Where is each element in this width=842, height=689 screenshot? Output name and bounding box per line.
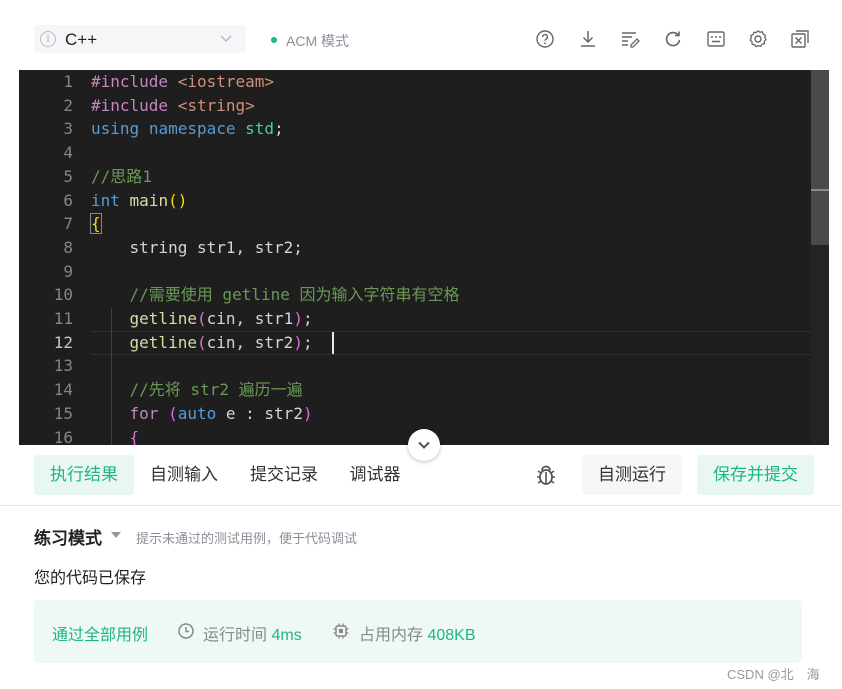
code-text[interactable]: //需要使用 getline 因为输入字符串有空格 (91, 283, 460, 307)
line-number: 1 (63, 72, 73, 91)
code-line[interactable]: 11 getline(cin, str1); (19, 307, 814, 331)
code-text[interactable]: { (90, 212, 102, 236)
download-icon[interactable] (577, 28, 599, 50)
code-line[interactable]: 1 #include <iostream> (19, 70, 814, 94)
code-saved-message: 您的代码已保存 (34, 570, 147, 587)
language-select[interactable]: i C++ (34, 25, 246, 53)
line-number: 15 (53, 403, 73, 423)
line-number: 9 (63, 261, 73, 281)
caret-down-icon[interactable] (111, 532, 121, 538)
code-text[interactable]: string str1, str2; (91, 236, 303, 260)
line-number: 2 (63, 95, 73, 115)
clock-icon (178, 623, 194, 639)
bug-icon[interactable] (533, 462, 559, 488)
info-icon: i (40, 31, 56, 47)
code-line[interactable]: 4 (19, 141, 814, 165)
code-text[interactable]: for (auto e : str2) (91, 402, 313, 426)
memory-value: 408KB (427, 627, 476, 644)
code-line[interactable]: 13 (19, 354, 814, 378)
scrollbar-position-marker (811, 189, 829, 191)
code-line[interactable]: 5 //思路1 (19, 165, 814, 189)
line-number: 5 (63, 166, 73, 186)
tab-custom-input[interactable]: 自测输入 (141, 455, 227, 495)
code-line[interactable]: 3 using namespace std; (19, 117, 814, 141)
fullscreen-exit-icon[interactable] (789, 28, 811, 50)
mode-label[interactable]: ACM 模式 (286, 31, 349, 51)
line-number: 8 (63, 237, 73, 257)
code-text[interactable]: getline(cin, str1); (91, 307, 313, 331)
memory-stat: 占用内存 408KB (359, 621, 476, 645)
line-number: 6 (63, 190, 73, 210)
code-text[interactable]: #include <string> (91, 94, 255, 118)
collapse-panel-button[interactable] (408, 429, 440, 461)
code-line[interactable]: 2 #include <string> (19, 94, 814, 118)
line-number: 11 (53, 309, 73, 328)
code-line[interactable]: 15 for (auto e : str2) (19, 402, 814, 426)
run-test-button[interactable]: 自测运行 (582, 455, 682, 495)
editor-toolbar: i C++ ACM 模式 (0, 0, 842, 70)
refresh-icon[interactable] (662, 28, 684, 50)
code-line[interactable]: 14 //先将 str2 遍历一遍 (19, 378, 814, 402)
code-text[interactable]: { (91, 426, 140, 446)
practice-mode-hint: 提示未通过的测试用例，便于代码调试 (136, 531, 358, 546)
line-number: 3 (63, 119, 73, 139)
code-line[interactable]: 8 string str1, str2; (19, 236, 814, 260)
pass-status: 通过全部用例 (52, 627, 149, 644)
mode-status-dot (271, 37, 277, 43)
code-text[interactable]: #include <iostream> (91, 70, 274, 94)
line-number: 14 (53, 380, 73, 400)
chevron-down-icon (418, 441, 430, 449)
line-number: 13 (53, 356, 73, 376)
line-number: 12 (53, 332, 73, 352)
code-line[interactable]: 7{ (19, 212, 814, 236)
line-number: 4 (63, 143, 73, 163)
result-summary: 通过全部用例 运行时间 4ms 占用内存 408KB (34, 600, 802, 663)
format-code-icon[interactable] (619, 28, 641, 50)
tab-execution-result[interactable]: 执行结果 (34, 455, 134, 495)
tab-submission-history[interactable]: 提交记录 (241, 455, 327, 495)
watermark: CSDN @北 海 (727, 667, 820, 682)
code-text[interactable]: using namespace std; (91, 117, 284, 141)
memory-label: 占用内存 (359, 627, 424, 644)
tab-debugger[interactable]: 调试器 (341, 455, 409, 495)
line-number: 16 (53, 427, 73, 446)
editor-scrollbar[interactable] (811, 70, 829, 445)
runtime-label: 运行时间 (203, 627, 268, 644)
line-number: 7 (63, 214, 73, 234)
line-number: 10 (53, 285, 73, 305)
save-and-submit-button[interactable]: 保存并提交 (697, 455, 814, 495)
code-text[interactable]: //思路1 (91, 165, 152, 189)
code-text[interactable]: getline(cin, str2); (91, 331, 313, 355)
help-circle-icon[interactable] (534, 28, 556, 50)
code-text[interactable]: int main() (91, 189, 187, 213)
runtime-stat: 运行时间 4ms (203, 621, 302, 645)
language-label: C++ (65, 30, 98, 49)
code-text[interactable]: //先将 str2 遍历一遍 (91, 378, 303, 402)
code-line[interactable]: 9 (19, 260, 814, 284)
practice-mode-title[interactable]: 练习模式 (34, 524, 102, 549)
code-line[interactable]: 12 getline(cin, str2); (19, 331, 814, 355)
memory-chip-icon (333, 623, 349, 639)
text-cursor (332, 332, 334, 354)
code-line[interactable]: 10 //需要使用 getline 因为输入字符串有空格 (19, 283, 814, 307)
keyboard-icon[interactable] (705, 28, 727, 50)
runtime-value: 4ms (271, 627, 302, 644)
settings-gear-icon[interactable] (747, 28, 769, 50)
code-editor[interactable]: 1 #include <iostream> 2 #include <string> 3 u… (19, 70, 829, 445)
chevron-down-icon (220, 35, 232, 43)
code-line[interactable]: 6 int main() (19, 189, 814, 213)
scrollbar-thumb[interactable] (811, 70, 829, 245)
